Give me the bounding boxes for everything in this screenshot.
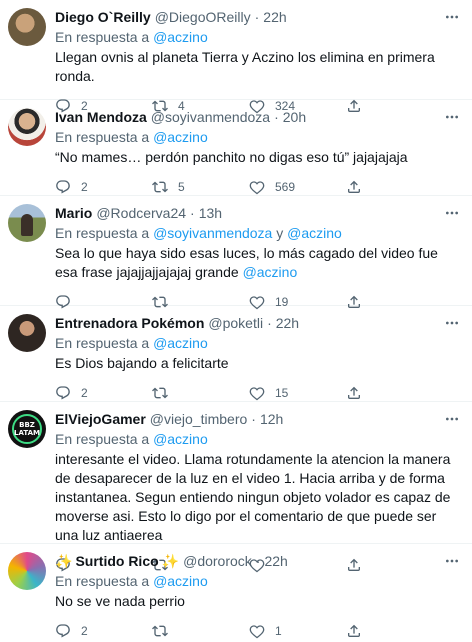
reply-prefix: En respuesta a <box>55 29 150 45</box>
display-name[interactable]: ElViejoGamer <box>55 410 146 428</box>
reply-tweet[interactable]: BBZ LATAM ElViejoGamer @viejo_timbero · … <box>0 402 472 573</box>
share-button[interactable] <box>346 179 443 195</box>
like-icon <box>249 181 265 195</box>
user-handle[interactable]: @dororock <box>183 552 252 570</box>
more-icon[interactable] <box>442 552 462 570</box>
sparkle-icon: ✨ <box>161 553 180 569</box>
display-name[interactable]: Mario <box>55 204 92 222</box>
avatar[interactable] <box>8 108 46 146</box>
avatar[interactable] <box>8 204 46 242</box>
reply-context: En respuesta a @aczino <box>55 128 458 146</box>
reply-prefix: En respuesta a <box>55 129 150 145</box>
retweet-button[interactable] <box>152 623 249 639</box>
user-handle[interactable]: @soyivanmendoza <box>151 108 270 126</box>
reply-context: En respuesta a @aczino <box>55 28 458 46</box>
share-icon <box>348 386 360 399</box>
display-name[interactable]: Ivan Mendoza <box>55 108 147 126</box>
share-button[interactable] <box>346 623 443 639</box>
mention-link[interactable]: @soyivanmendoza <box>153 225 272 241</box>
mention-link[interactable]: @aczino <box>153 29 208 45</box>
reply-feed: Diego O`Reilly @DiegoOReilly · 22h En re… <box>0 0 472 642</box>
mention-link[interactable]: @aczino <box>153 335 208 351</box>
reply-button[interactable]: 2 <box>55 179 152 195</box>
like-icon <box>249 387 265 401</box>
timestamp[interactable]: 12h <box>260 410 283 428</box>
reply-tweet[interactable]: Entrenadora Pokémon @poketli · 22h En re… <box>0 306 472 402</box>
timestamp[interactable]: 22h <box>263 8 286 26</box>
reply-icon <box>56 386 70 400</box>
reply-prefix: En respuesta a <box>55 335 150 351</box>
timestamp[interactable]: 22h <box>276 314 299 332</box>
timestamp[interactable]: 20h <box>283 108 306 126</box>
display-name[interactable]: Surtido Rico <box>75 552 158 570</box>
reply-prefix: En respuesta a <box>55 573 150 589</box>
user-handle[interactable]: @Rodcerva24 <box>96 204 186 222</box>
share-icon <box>348 624 360 637</box>
separator-dot: · <box>254 9 260 25</box>
like-icon <box>249 625 265 639</box>
avatar[interactable]: BBZ LATAM <box>8 410 46 448</box>
reply-prefix: En respuesta a <box>55 225 150 241</box>
tweet-text: Llegan ovnis al planeta Tierra y Aczino … <box>55 49 435 84</box>
reply-icon <box>56 180 70 194</box>
reply-context: En respuesta a @aczino <box>55 430 458 448</box>
like-button[interactable]: 15 <box>249 385 346 401</box>
separator-dot: · <box>267 315 272 331</box>
reply-tweet[interactable]: Diego O`Reilly @DiegoOReilly · 22h En re… <box>0 0 472 114</box>
mention-link[interactable]: @aczino <box>287 225 342 241</box>
reply-button[interactable]: 2 <box>55 385 152 401</box>
reply-joiner: y <box>276 225 284 241</box>
reply-context: En respuesta a @soyivanmendoza y @aczino <box>55 224 458 242</box>
timestamp[interactable]: 13h <box>199 204 222 222</box>
avatar[interactable] <box>8 552 46 590</box>
separator-dot: · <box>251 411 256 427</box>
mention-link[interactable]: @aczino <box>153 573 208 589</box>
mention-link[interactable]: @aczino <box>153 431 208 447</box>
more-icon[interactable] <box>442 314 462 332</box>
display-name[interactable]: Diego O`Reilly <box>55 8 151 26</box>
tweet-text: No se ve nada perrio <box>55 593 185 609</box>
more-icon[interactable] <box>442 204 462 222</box>
sparkle-icon: ✨ <box>55 553 73 569</box>
share-button[interactable] <box>346 385 443 401</box>
avatar[interactable] <box>8 314 46 352</box>
display-name[interactable]: Entrenadora Pokémon <box>55 314 204 332</box>
user-handle[interactable]: @viejo_timbero <box>150 410 247 428</box>
separator-dot: · <box>255 553 261 569</box>
more-icon[interactable] <box>442 108 462 126</box>
mention-link[interactable]: @aczino <box>153 129 208 145</box>
retweet-button[interactable]: 5 <box>152 179 249 195</box>
reply-tweet[interactable]: Mario @Rodcerva24 · 13h En respuesta a @… <box>0 196 472 310</box>
tweet-text: interesante el video. Llama rotundamente… <box>55 451 451 543</box>
separator-dot: · <box>274 109 279 125</box>
reply-context: En respuesta a @aczino <box>55 334 458 352</box>
reply-tweet[interactable]: ✨ Surtido Rico ✨ @dororock · 22h En resp… <box>0 544 472 642</box>
tweet-text: Sea lo que haya sido esas luces, lo más … <box>55 244 458 282</box>
like-button[interactable]: 1 <box>249 623 346 639</box>
reply-icon <box>56 624 70 638</box>
more-icon[interactable] <box>442 410 462 428</box>
reply-tweet[interactable]: Ivan Mendoza @soyivanmendoza · 20h En re… <box>0 100 472 196</box>
mention-link[interactable]: @aczino <box>243 264 298 280</box>
tweet-text: “No mames… perdón panchito no digas eso … <box>55 149 408 165</box>
avatar[interactable] <box>8 8 46 46</box>
reply-context: En respuesta a @aczino <box>55 572 458 590</box>
like-button[interactable]: 569 <box>249 179 346 195</box>
timestamp[interactable]: 22h <box>264 552 287 570</box>
retweet-button[interactable] <box>152 385 249 401</box>
retweet-icon <box>152 181 168 193</box>
separator-dot: · <box>190 205 195 221</box>
retweet-icon <box>152 625 168 637</box>
more-icon[interactable] <box>442 8 462 26</box>
share-icon <box>348 180 360 193</box>
tweet-text: Es Dios bajando a felicitarte <box>55 355 229 371</box>
reply-prefix: En respuesta a <box>55 431 150 447</box>
user-handle[interactable]: @DiegoOReilly <box>155 8 251 26</box>
reply-button[interactable]: 2 <box>55 623 152 639</box>
user-handle[interactable]: @poketli <box>208 314 263 332</box>
retweet-icon <box>152 387 168 399</box>
action-bar: 2 1 <box>55 611 458 642</box>
